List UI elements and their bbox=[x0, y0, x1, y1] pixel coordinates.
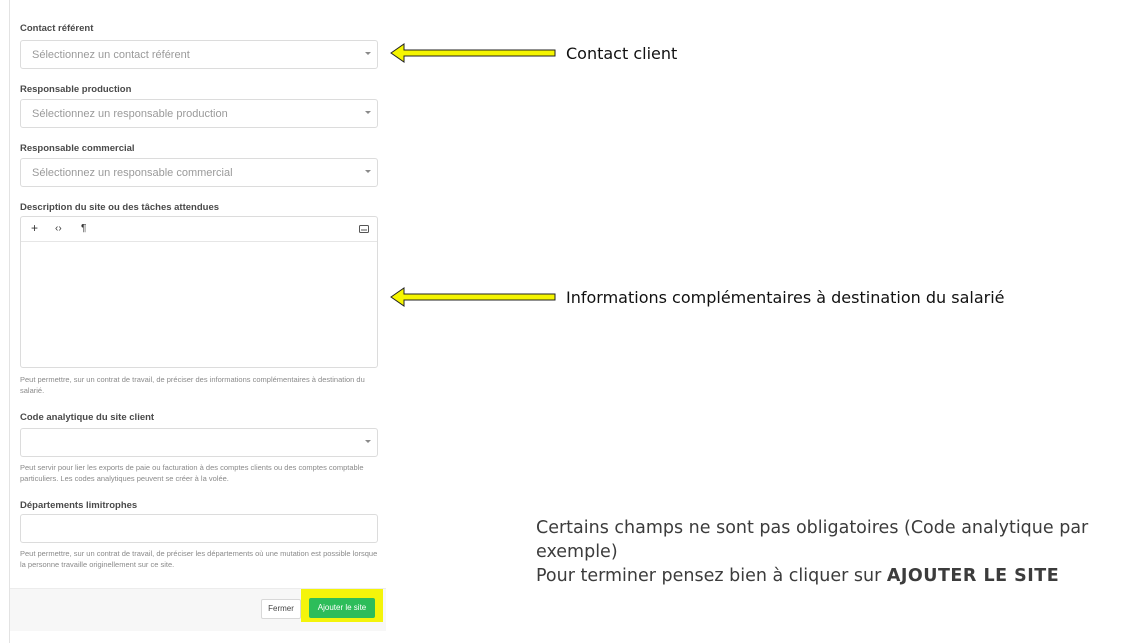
annotation-contact-client: Contact client bbox=[566, 44, 678, 63]
responsable-commercial-placeholder: Sélectionnez un responsable commercial bbox=[32, 167, 233, 179]
code-analytique-select[interactable] bbox=[20, 428, 378, 457]
note-line-optional: Certains champs ne sont pas obligatoires… bbox=[536, 518, 1089, 562]
instruction-note: Certains champs ne sont pas obligatoires… bbox=[536, 516, 1106, 588]
code-icon[interactable]: ‹› bbox=[55, 223, 62, 234]
chevron-down-icon bbox=[365, 440, 371, 443]
add-site-button[interactable]: Ajouter le site bbox=[309, 598, 375, 618]
annotation-informations: Informations complémentaires à destinati… bbox=[566, 288, 1005, 307]
contact-referent-label: Contact référent bbox=[20, 23, 94, 34]
responsable-production-label: Responsable production bbox=[20, 84, 132, 95]
description-textarea[interactable] bbox=[21, 243, 377, 368]
departements-input[interactable] bbox=[20, 514, 378, 543]
departements-help: Peut permettre, sur un contrat de travai… bbox=[20, 549, 378, 569]
close-button[interactable]: Fermer bbox=[261, 599, 301, 619]
responsable-production-placeholder: Sélectionnez un responsable production bbox=[32, 108, 228, 120]
contact-referent-select[interactable]: Sélectionnez un contact référent bbox=[20, 40, 378, 69]
chevron-down-icon bbox=[365, 52, 371, 55]
note-line-finish: Pour terminer pensez bien à cliquer sur bbox=[536, 566, 887, 586]
responsable-production-select[interactable]: Sélectionnez un responsable production bbox=[20, 99, 378, 128]
contact-referent-placeholder: Sélectionnez un contact référent bbox=[32, 49, 190, 61]
responsable-commercial-select[interactable]: Sélectionnez un responsable commercial bbox=[20, 158, 378, 187]
site-form: Contact référent Sélectionnez un contact… bbox=[10, 0, 386, 643]
chevron-down-icon bbox=[365, 170, 371, 173]
form-footer: Fermer Ajouter le site bbox=[10, 588, 386, 631]
paragraph-icon[interactable]: ¶ bbox=[81, 223, 86, 234]
note-bold-action: AJOUTER LE SITE bbox=[886, 566, 1060, 586]
arrow-left-icon bbox=[390, 43, 556, 63]
add-block-icon[interactable]: + bbox=[31, 221, 38, 235]
departements-label: Départements limitrophes bbox=[20, 500, 138, 511]
code-analytique-label: Code analytique du site client bbox=[20, 412, 155, 423]
description-label: Description du site ou des tâches attend… bbox=[20, 202, 220, 213]
chevron-down-icon bbox=[365, 111, 371, 114]
description-editor: + ‹› ¶ bbox=[20, 216, 378, 368]
editor-toolbar: + ‹› ¶ bbox=[21, 217, 377, 242]
code-analytique-help: Peut servir pour lier les exports de pai… bbox=[20, 463, 364, 483]
arrow-left-icon bbox=[390, 287, 556, 307]
description-help: Peut permettre, sur un contrat de travai… bbox=[20, 375, 365, 395]
keyboard-icon[interactable] bbox=[359, 225, 369, 233]
responsable-commercial-label: Responsable commercial bbox=[20, 143, 135, 154]
